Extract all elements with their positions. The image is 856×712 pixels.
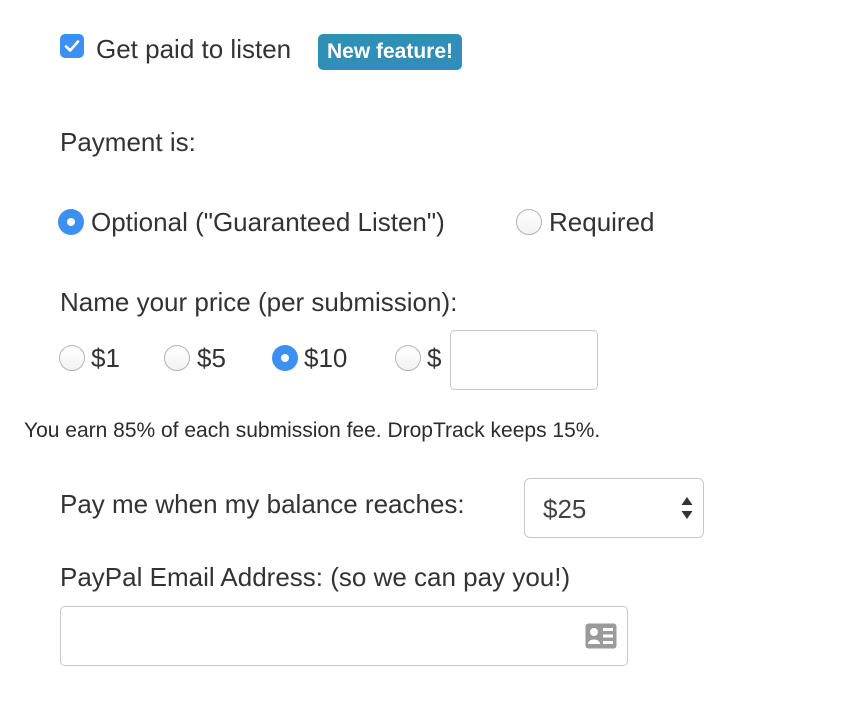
payout-threshold-value: $25 bbox=[543, 494, 587, 524]
payout-label: Pay me when my balance reaches: bbox=[60, 489, 465, 519]
earnings-note: You earn 85% of each submission fee. Dro… bbox=[24, 419, 601, 442]
custom-price-input[interactable] bbox=[450, 330, 598, 390]
price-5-radio[interactable] bbox=[164, 345, 190, 371]
paypal-email-input[interactable] bbox=[60, 606, 628, 666]
payment-optional-radio[interactable] bbox=[58, 209, 84, 235]
get-paid-label: Get paid to listen bbox=[96, 34, 292, 64]
price-custom-radio[interactable] bbox=[395, 345, 421, 371]
payout-threshold-select[interactable]: $25 bbox=[524, 478, 704, 538]
payment-required-label: Required bbox=[549, 207, 655, 237]
price-5-label: $5 bbox=[197, 343, 226, 373]
contact-card-icon[interactable] bbox=[585, 623, 617, 649]
price-1-radio[interactable] bbox=[59, 345, 85, 371]
price-custom-label: $ bbox=[427, 343, 442, 373]
price-1-label: $1 bbox=[91, 343, 120, 373]
price-10-radio[interactable] bbox=[272, 345, 298, 371]
up-down-arrows-icon bbox=[681, 497, 693, 519]
price-10-label: $10 bbox=[304, 343, 348, 373]
paypal-email-label: PayPal Email Address: (so we can pay you… bbox=[60, 562, 571, 592]
payment-required-radio[interactable] bbox=[516, 209, 542, 235]
payment-optional-label: Optional ("Guaranteed Listen") bbox=[91, 207, 445, 237]
price-label: Name your price (per submission): bbox=[60, 287, 458, 317]
checkmark-icon bbox=[64, 40, 80, 52]
new-feature-badge: New feature! bbox=[318, 34, 463, 70]
payment-label: Payment is: bbox=[60, 127, 196, 157]
get-paid-checkbox[interactable] bbox=[60, 34, 84, 58]
